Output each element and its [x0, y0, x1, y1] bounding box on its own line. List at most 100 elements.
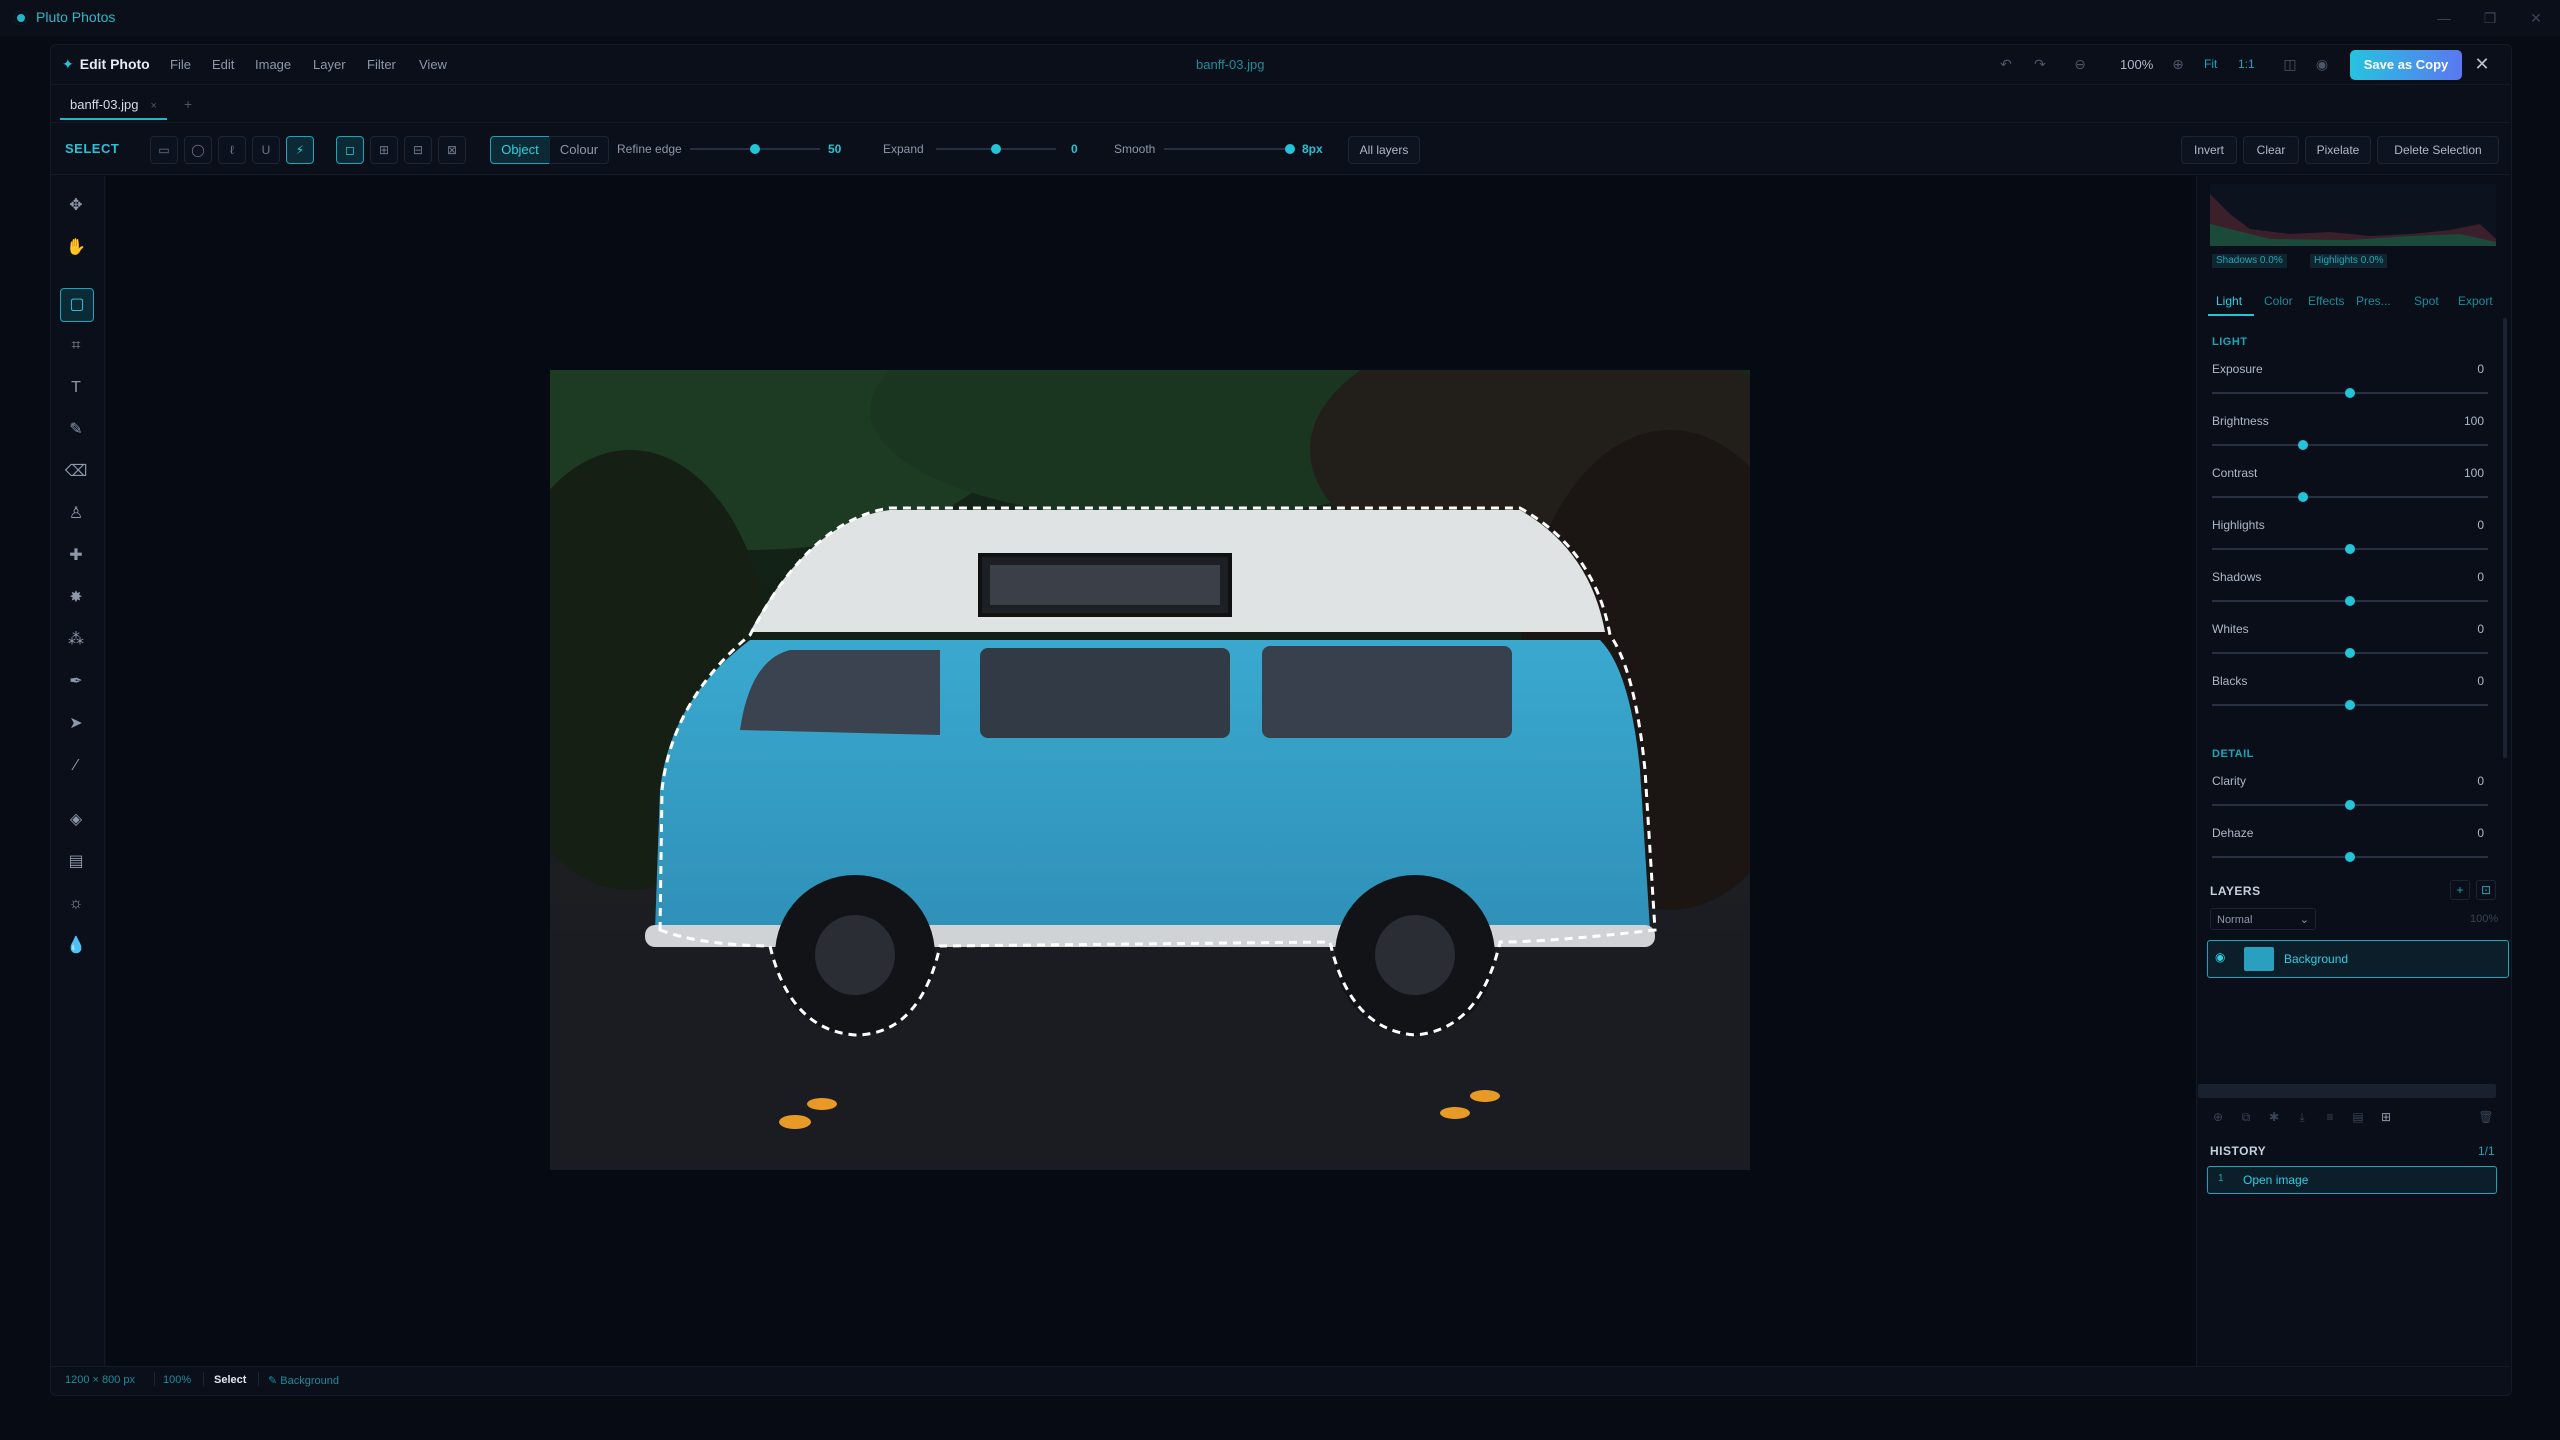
- undo-icon[interactable]: ↶: [1996, 54, 2016, 74]
- delete-layer-icon[interactable]: 🗑: [2476, 1108, 2496, 1126]
- pen-tool-icon[interactable]: ✒: [60, 666, 92, 698]
- hand-tool-icon[interactable]: ✋: [60, 232, 92, 264]
- menu-file[interactable]: File: [170, 57, 191, 72]
- stamp-tool-icon[interactable]: ♙: [60, 498, 92, 530]
- duplicate-layer-icon[interactable]: ⧉: [2236, 1108, 2256, 1126]
- adjustment-value[interactable]: 100: [2424, 414, 2484, 428]
- move-tool-icon[interactable]: ✥: [60, 190, 92, 222]
- photo-canvas[interactable]: [550, 370, 1750, 1170]
- save-as-copy-button[interactable]: Save as Copy: [2350, 50, 2462, 80]
- shadows-clip-tag[interactable]: Shadows 0.0%: [2212, 254, 2287, 268]
- adjustment-knob[interactable]: [2345, 544, 2355, 554]
- zoom-out-icon[interactable]: ⊖: [2070, 54, 2090, 74]
- adjustment-knob[interactable]: [2345, 852, 2355, 862]
- tab-export[interactable]: Export: [2458, 294, 2493, 308]
- adjustment-knob[interactable]: [2298, 440, 2308, 450]
- magic-wand-icon[interactable]: ⚡: [286, 136, 314, 164]
- adjustment-knob[interactable]: [2345, 700, 2355, 710]
- smooth-knob[interactable]: [1285, 144, 1295, 154]
- adjustment-value[interactable]: 0: [2424, 826, 2484, 840]
- adjustment-knob[interactable]: [2345, 648, 2355, 658]
- minimize-icon[interactable]: —: [2432, 6, 2456, 30]
- all-layers-button[interactable]: All layers: [1348, 136, 1420, 164]
- gradient-tool-icon[interactable]: ▤: [60, 846, 92, 878]
- adjust-tool-icon[interactable]: ☼: [60, 888, 92, 920]
- crop-tool-icon[interactable]: ⌗: [60, 330, 92, 362]
- mask-icon[interactable]: ▤: [2348, 1108, 2368, 1126]
- clear-button[interactable]: Clear: [2243, 136, 2299, 164]
- text-tool-icon[interactable]: T: [60, 372, 92, 404]
- tab-banff[interactable]: banff-03.jpg ×: [60, 92, 167, 120]
- select-tool-icon[interactable]: ▢: [60, 288, 94, 322]
- blur-tool-icon[interactable]: 💧: [60, 930, 92, 962]
- close-editor-icon[interactable]: ✕: [2470, 52, 2494, 76]
- pixelate-button[interactable]: Pixelate: [2305, 136, 2371, 164]
- rect-select-icon[interactable]: ▭: [150, 136, 178, 164]
- tab-spot[interactable]: Spot: [2414, 294, 2439, 308]
- compare-icon[interactable]: ◫: [2280, 54, 2300, 74]
- tab-presets[interactable]: Pres...: [2356, 294, 2391, 308]
- adjustment-value[interactable]: 0: [2424, 674, 2484, 688]
- maximize-icon[interactable]: ❐: [2478, 6, 2502, 30]
- add-layer-icon[interactable]: +: [2450, 880, 2470, 900]
- new-layer-icon[interactable]: ⊕: [2208, 1108, 2228, 1126]
- select-add-icon[interactable]: ⊞: [370, 136, 398, 164]
- adjustment-value[interactable]: 0: [2424, 774, 2484, 788]
- layer-visibility-icon[interactable]: ◉: [2215, 950, 2225, 964]
- select-new-icon[interactable]: ◻: [336, 136, 364, 164]
- mode-colour-button[interactable]: Colour: [549, 136, 609, 164]
- fill-tool-icon[interactable]: ◈: [60, 804, 92, 836]
- highlights-clip-tag[interactable]: Highlights 0.0%: [2310, 254, 2388, 268]
- select-subtract-icon[interactable]: ⊟: [404, 136, 432, 164]
- tab-close-icon[interactable]: ×: [150, 100, 156, 112]
- path-select-icon[interactable]: ➤: [60, 708, 92, 740]
- adjustment-value[interactable]: 0: [2424, 362, 2484, 376]
- eyedropper-icon[interactable]: ⁄: [60, 750, 92, 782]
- layer-effects-icon[interactable]: ✱: [2264, 1108, 2284, 1126]
- menu-view[interactable]: View: [419, 57, 447, 72]
- heal-tool-icon[interactable]: ✚: [60, 540, 92, 572]
- adjustment-value[interactable]: 0: [2424, 622, 2484, 636]
- layers-scrollbar[interactable]: [2198, 1084, 2496, 1098]
- brush-tool-icon[interactable]: ✎: [60, 414, 92, 446]
- menu-filter[interactable]: Filter: [367, 57, 396, 72]
- adjustment-value[interactable]: 0: [2424, 518, 2484, 532]
- fit-button[interactable]: Fit: [2204, 57, 2217, 71]
- adjustment-value[interactable]: 0: [2424, 570, 2484, 584]
- add-tab-icon[interactable]: +: [184, 96, 192, 112]
- align-icon[interactable]: ≡: [2320, 1108, 2340, 1126]
- redo-icon[interactable]: ↷: [2030, 54, 2050, 74]
- layer-options-icon[interactable]: ⊡: [2476, 880, 2496, 900]
- grid-icon[interactable]: ⊞: [2376, 1108, 2396, 1126]
- zoom-level[interactable]: 100%: [2120, 57, 2153, 72]
- mode-object-button[interactable]: Object: [490, 136, 550, 164]
- adjustment-knob[interactable]: [2345, 800, 2355, 810]
- adjustment-value[interactable]: 100: [2424, 466, 2484, 480]
- tab-light[interactable]: Light: [2216, 294, 2242, 308]
- layer-opacity[interactable]: 100%: [2470, 913, 2498, 925]
- menu-layer[interactable]: Layer: [313, 57, 346, 72]
- smooth-slider[interactable]: [1164, 148, 1290, 150]
- invert-button[interactable]: Invert: [2181, 136, 2237, 164]
- tab-effects[interactable]: Effects: [2308, 294, 2344, 308]
- adjustment-knob[interactable]: [2298, 492, 2308, 502]
- ellipse-select-icon[interactable]: ◯: [184, 136, 212, 164]
- delete-selection-button[interactable]: Delete Selection: [2377, 136, 2499, 164]
- lasso-icon[interactable]: ℓ: [218, 136, 246, 164]
- refine-edge-knob[interactable]: [750, 144, 760, 154]
- adjustment-slider[interactable]: [2212, 496, 2488, 498]
- eraser-tool-icon[interactable]: ⌫: [60, 456, 92, 488]
- adjustment-slider[interactable]: [2212, 444, 2488, 446]
- blend-mode-select[interactable]: Normal ⌄: [2210, 908, 2316, 930]
- window-close-icon[interactable]: ✕: [2524, 6, 2548, 30]
- expand-knob[interactable]: [991, 144, 1001, 154]
- select-intersect-icon[interactable]: ⊠: [438, 136, 466, 164]
- spot-tool-icon[interactable]: ✸: [60, 582, 92, 614]
- merge-down-icon[interactable]: ⤓: [2292, 1108, 2312, 1126]
- adjustment-knob[interactable]: [2345, 596, 2355, 606]
- menu-edit[interactable]: Edit: [212, 57, 234, 72]
- magnet-lasso-icon[interactable]: U: [252, 136, 280, 164]
- menu-image[interactable]: Image: [255, 57, 291, 72]
- one-to-one-button[interactable]: 1:1: [2238, 57, 2255, 71]
- tab-color[interactable]: Color: [2264, 294, 2293, 308]
